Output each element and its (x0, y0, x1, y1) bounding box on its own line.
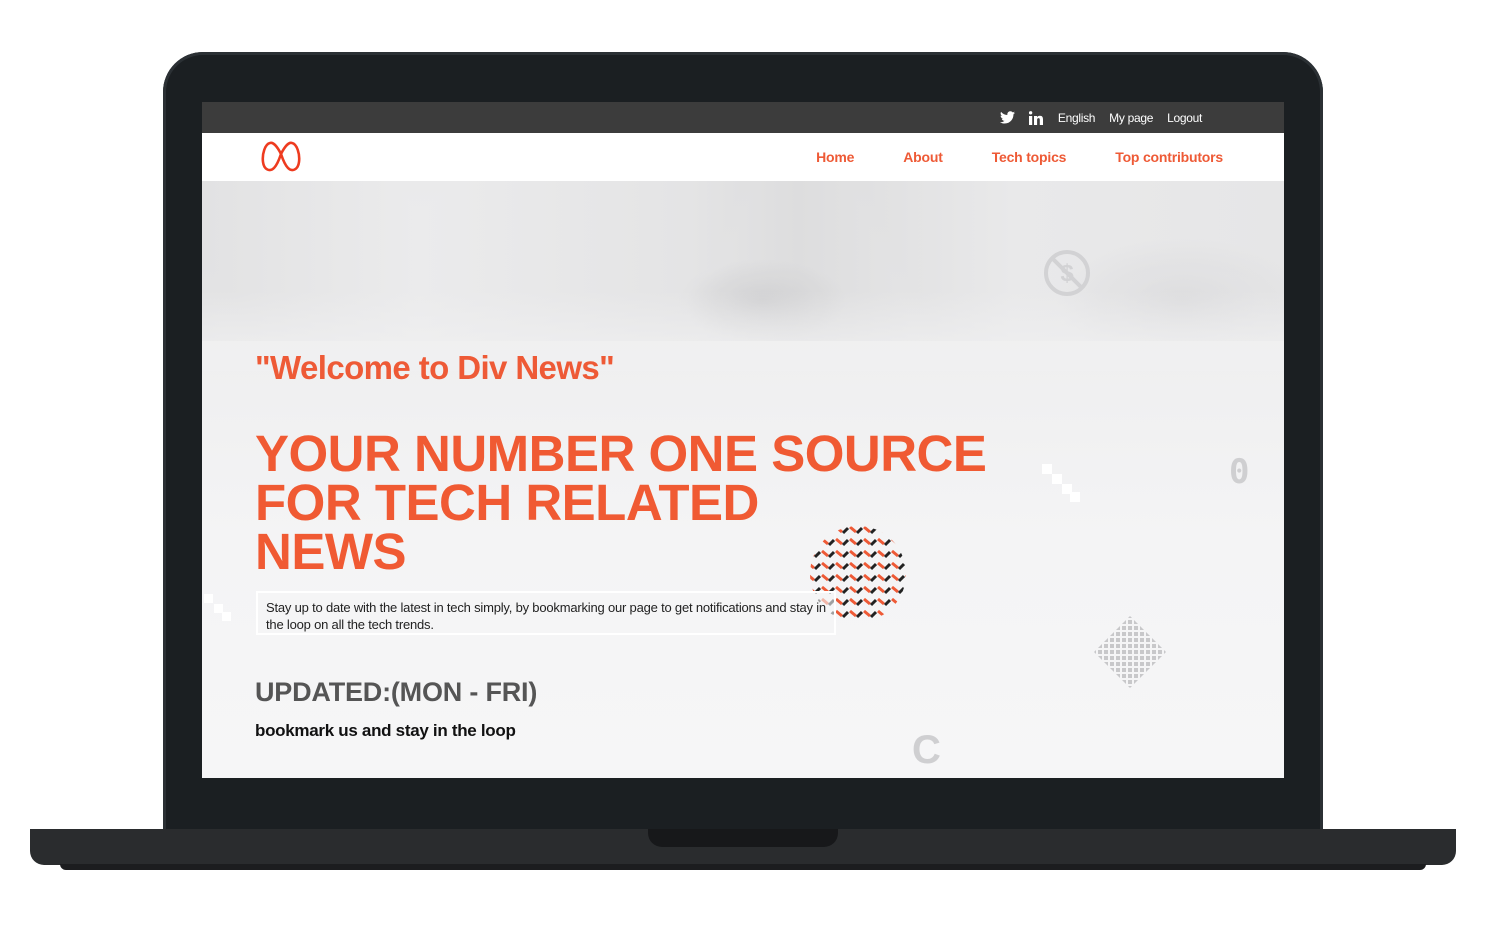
logout-link[interactable]: Logout (1167, 111, 1202, 125)
no-dollar-icon: $ (1044, 250, 1090, 296)
nav-home[interactable]: Home (816, 149, 854, 165)
screen: $ 0 C (202, 102, 1284, 778)
site-logo[interactable] (260, 140, 302, 174)
headline-line-3: NEWS (255, 523, 407, 580)
tagline-text: Stay up to date with the latest in tech … (266, 600, 826, 632)
main-navbar: Home About Tech topics Top contributors (202, 133, 1284, 181)
zero-glyph: 0 (1229, 452, 1250, 492)
c-glyph: C (912, 728, 941, 772)
welcome-heading: "Welcome to Div News" (255, 349, 615, 386)
nav-about[interactable]: About (903, 149, 943, 165)
nav-top-contributors[interactable]: Top contributors (1115, 149, 1223, 165)
diamond-grid-decoration (1094, 616, 1166, 688)
linkedin-icon[interactable] (1028, 110, 1044, 125)
tagline-box: Stay up to date with the latest in tech … (256, 591, 836, 635)
my-page-link[interactable]: My page (1109, 111, 1153, 125)
top-utility-bar: English My page Logout (202, 102, 1284, 133)
bookmark-prompt: bookmark us and stay in the loop (255, 721, 516, 740)
nav-tech-topics[interactable]: Tech topics (992, 149, 1067, 165)
twitter-icon[interactable] (999, 111, 1015, 124)
pixel-squares-left-decoration (204, 594, 231, 621)
laptop-notch (648, 829, 838, 847)
hero-headline: YOUR NUMBER ONE SOURCE FOR TECH RELATED … (255, 428, 1055, 577)
language-link[interactable]: English (1058, 111, 1096, 125)
hero-section: $ 0 C (202, 181, 1284, 778)
updated-schedule: UPDATED:(MON - FRI) (255, 677, 538, 707)
laptop-base-foot (60, 864, 1426, 870)
